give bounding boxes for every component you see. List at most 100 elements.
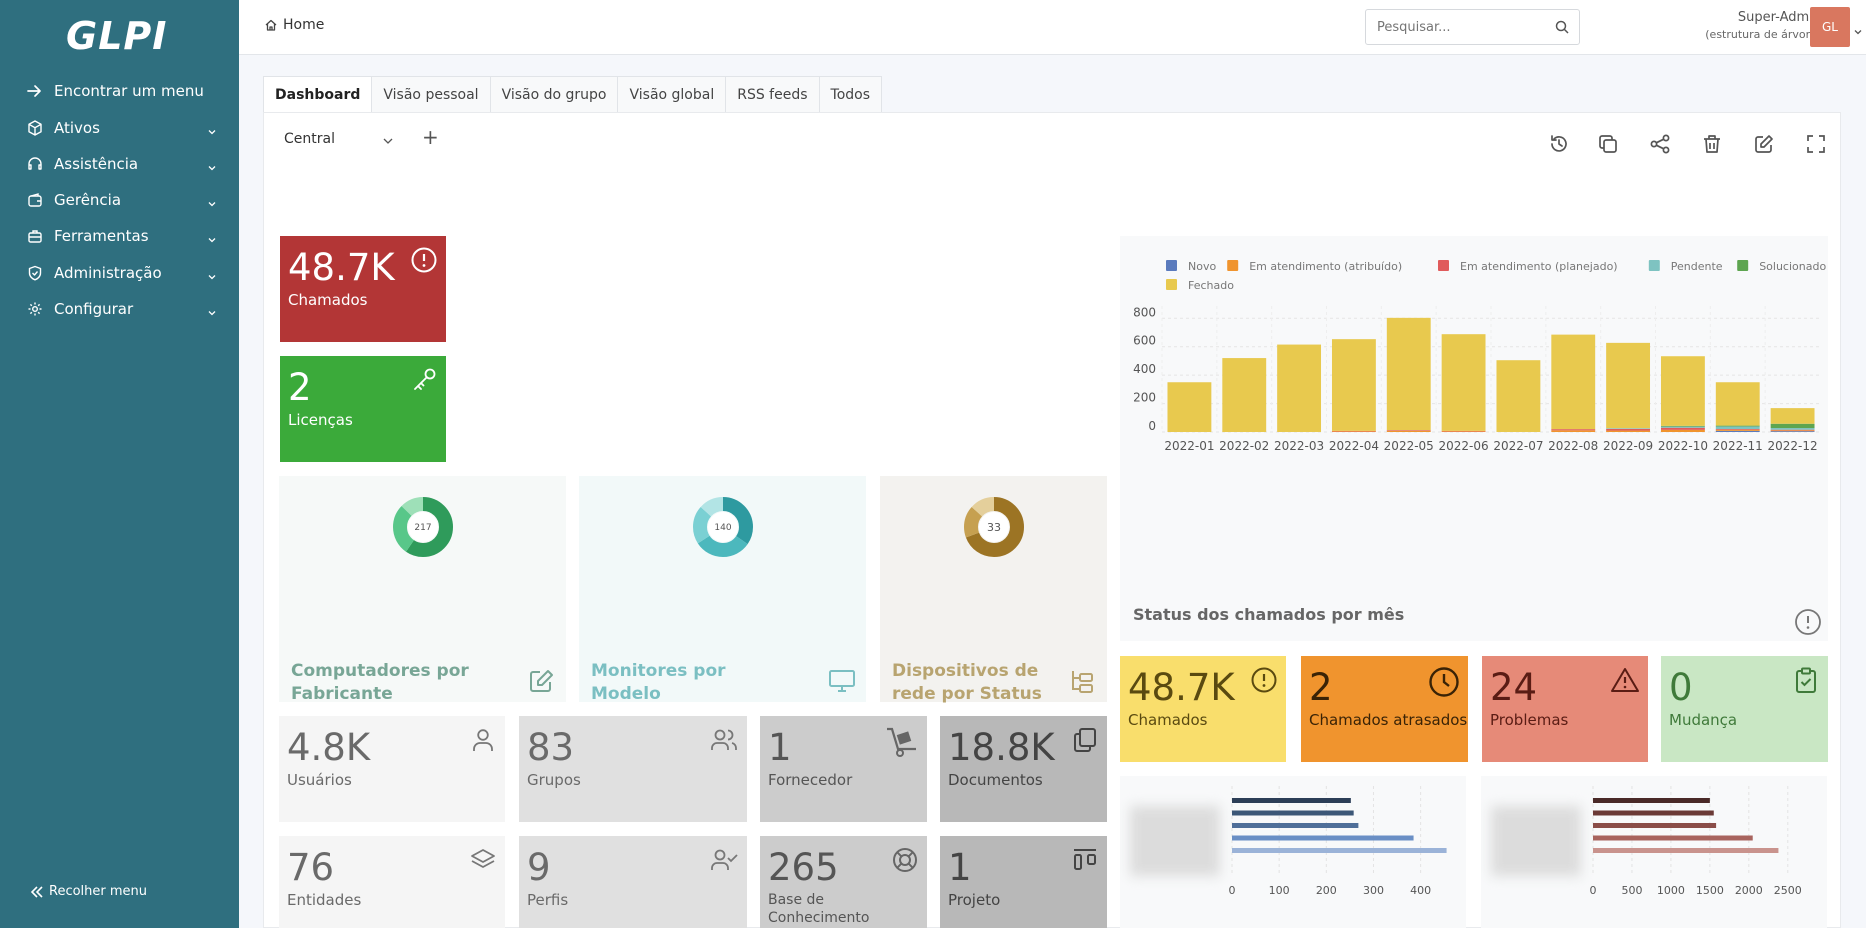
avatar[interactable]: GL [1810,7,1850,47]
card-label: Base de Conhecimento [768,892,870,926]
x-tick-label: 1000 [1657,884,1685,897]
bar [1660,429,1705,432]
bar [1770,408,1815,424]
pie-card-computadores[interactable]: 217 Computadores por Fabricante [279,476,566,704]
share-button[interactable] [1647,133,1673,159]
bar [1606,342,1651,429]
clipboard-check-icon [1792,666,1820,698]
tab-visao-global[interactable]: Visão global [617,76,726,113]
sidebar-item-administracao[interactable]: Administração [0,256,239,290]
chevron-down-icon[interactable] [1853,22,1863,41]
search-icon[interactable] [1554,19,1570,39]
info-icon[interactable] [1794,608,1822,640]
card-base-conhecimento[interactable]: 265 Base de Conhecimento [760,836,927,928]
bar [1386,430,1431,432]
legend-swatch [1227,260,1239,271]
donut-total: 217 [414,523,431,533]
card-chamados-abertos[interactable]: 48.7K Chamados [1120,656,1286,762]
card-chamados-total[interactable]: 48.7K Chamados [280,236,446,342]
glpi-logo[interactable]: GLPI [66,14,176,60]
bar-chart: Novo Em atendimento (atribuído) Em atendim… [1133,260,1826,453]
history-button[interactable] [1546,133,1572,159]
tab-rss-feeds[interactable]: RSS feeds [725,76,819,113]
card-label: Perfis [527,891,569,909]
x-tick-label: 2022-01 [1164,439,1214,453]
pie-card-monitores[interactable]: 140 Monitores por Modelo [579,476,866,704]
bar [1593,810,1714,816]
card-documentos[interactable]: 18.8K Documentos [940,716,1107,822]
sidebar-item-find-menu[interactable]: Encontrar um menu [0,74,239,108]
shield-icon [26,264,44,282]
sidebar-item-ativos[interactable]: Ativos [0,111,239,145]
clone-button[interactable] [1595,133,1621,159]
card-value: 18.8K [948,726,1055,769]
card-problemas[interactable]: 24 Problemas [1482,656,1648,762]
sidebar-item-configurar[interactable]: Configurar [0,292,239,326]
card-perfis[interactable]: 9 Perfis [519,836,747,928]
legend-label: Fechado [1188,279,1234,292]
user-check-icon [709,846,739,878]
tab-visao-do-grupo[interactable]: Visão do grupo [489,76,618,113]
user-entity[interactable]: (estrutura de árvore) [1656,28,1821,41]
sidebar-item-assistencia[interactable]: Assistência [0,147,239,181]
card-label: Problemas [1490,711,1569,729]
bar [1715,382,1760,426]
tab-todos[interactable]: Todos [818,76,883,113]
pie-title: Dispositivos de rede por Status [892,661,1042,704]
bar [1606,428,1651,429]
bar [1331,430,1376,432]
bar [1715,425,1760,427]
mini-chart-right: 0 500 1000 1500 2000 2500 [1481,776,1827,928]
pie-card-dispositivos[interactable]: 33 Dispositivos de rede por Status [880,476,1107,704]
history-icon [1548,133,1570,159]
legend-label: Solucionado [1759,260,1826,273]
card-label: Chamados [1128,711,1208,729]
search-box [1365,9,1580,45]
bar [1660,427,1705,430]
clock-icon [1428,666,1460,702]
card-grupos[interactable]: 83 Grupos [519,716,747,822]
bar [1331,431,1376,432]
tab-dashboard[interactable]: Dashboard [263,76,372,113]
user-name[interactable]: Super-Admin [1656,10,1821,25]
card-mudanca[interactable]: 0 Mudança [1661,656,1828,762]
card-chamados-atrasados[interactable]: 2 Chamados atrasados [1301,656,1468,762]
chart-status-chamados: Novo Em atendimento (atribuído) Em atendim… [1120,236,1828,641]
share-icon [1649,133,1671,159]
bar [1496,360,1541,432]
bar [1441,431,1486,432]
delete-button[interactable] [1699,133,1725,159]
card-licencas[interactable]: 2 Licenças [280,356,446,462]
card-value: 48.7K [288,246,395,289]
sidebar-item-label: Gerência [54,191,122,209]
wallet-icon [26,191,44,209]
card-usuarios[interactable]: 4.8K Usuários [279,716,505,822]
y-tick-label: 0 [1148,419,1156,433]
edit-button[interactable] [1751,133,1777,159]
card-label: Grupos [527,771,581,789]
sidebar-item-label: Administração [54,264,162,282]
sidebar-item-gerencia[interactable]: Gerência [0,183,239,217]
legend-swatch [1166,279,1177,290]
card-projeto[interactable]: 1 Projeto [940,836,1107,928]
x-tick-label: 0 [1229,884,1236,897]
legend-label: Novo [1188,260,1216,273]
search-input[interactable] [1366,10,1546,44]
bar [1386,317,1431,431]
x-tick-label: 2000 [1735,884,1763,897]
add-dashboard-button[interactable]: + [422,125,439,149]
collapse-menu-button[interactable]: Recolher menu [30,884,147,899]
x-tick-label: 2022-12 [1768,439,1818,453]
breadcrumb-home[interactable]: Home [264,17,324,33]
fullscreen-button[interactable] [1803,133,1829,159]
tab-visao-pessoal[interactable]: Visão pessoal [371,76,490,113]
key-icon [410,366,438,398]
dashboard-select[interactable]: Central [278,124,406,154]
card-label: Entidades [287,891,362,909]
card-entidades[interactable]: 76 Entidades [279,836,505,928]
card-label: Projeto [948,891,1001,909]
card-value: 24 [1490,666,1538,709]
chevron-down-icon [207,231,217,249]
card-fornecedor[interactable]: 1 Fornecedor [760,716,927,822]
sidebar-item-ferramentas[interactable]: Ferramentas [0,219,239,253]
